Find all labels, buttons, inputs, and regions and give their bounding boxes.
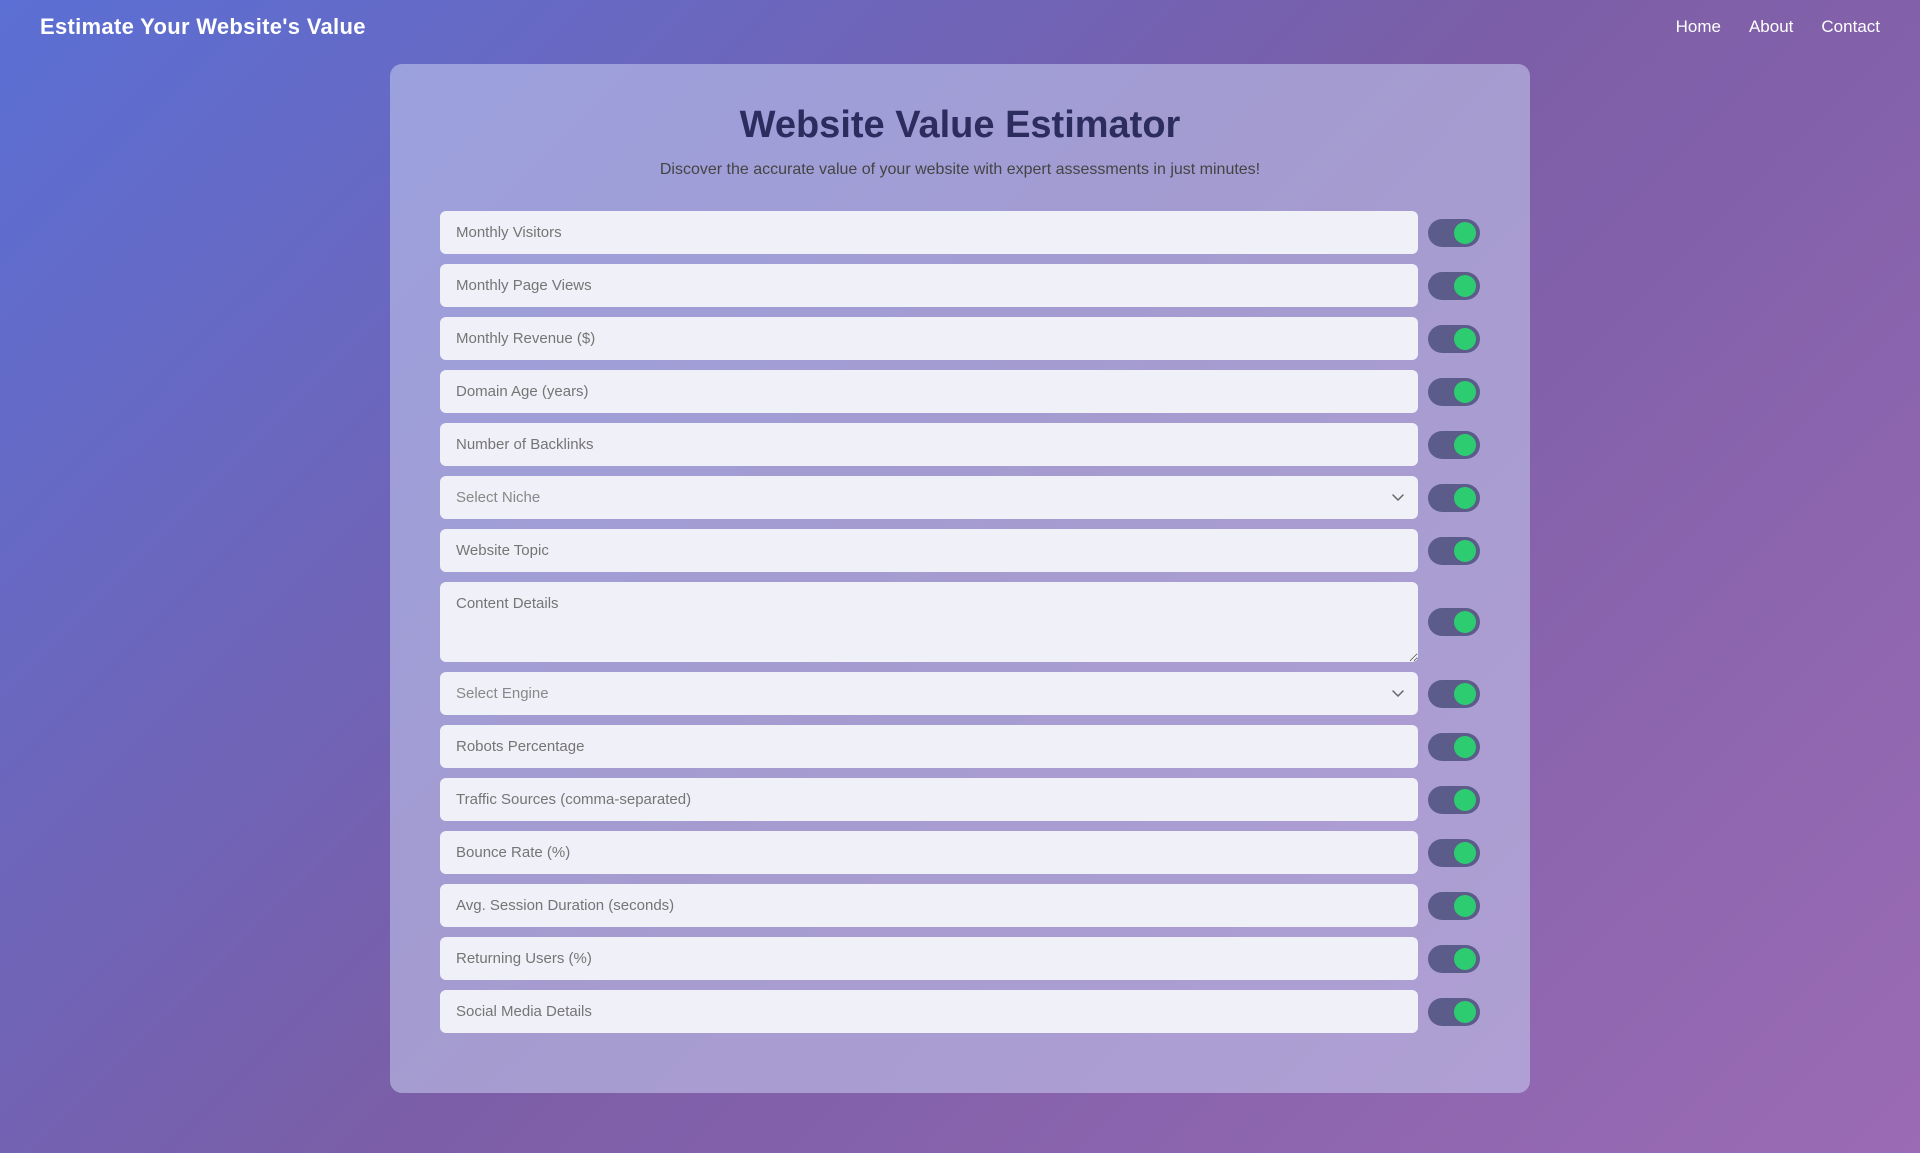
toggle-1[interactable] bbox=[1428, 272, 1480, 300]
form-row-9 bbox=[440, 725, 1480, 768]
form-row-0 bbox=[440, 211, 1480, 254]
form-row-14 bbox=[440, 990, 1480, 1033]
engine-select[interactable]: Select EngineGoogleBingYahooDuckDuckGo bbox=[440, 672, 1418, 715]
page-title: Website Value Estimator bbox=[440, 104, 1480, 147]
nav-brand: Estimate Your Website's Value bbox=[40, 14, 366, 40]
toggle-9[interactable] bbox=[1428, 733, 1480, 761]
toggle-7[interactable] bbox=[1428, 608, 1480, 636]
toggle-4[interactable] bbox=[1428, 431, 1480, 459]
toggle-0[interactable] bbox=[1428, 219, 1480, 247]
robots-percentage-input[interactable] bbox=[440, 725, 1418, 768]
toggle-13[interactable] bbox=[1428, 945, 1480, 973]
toggle-10[interactable] bbox=[1428, 786, 1480, 814]
toggle-5[interactable] bbox=[1428, 484, 1480, 512]
toggle-3[interactable] bbox=[1428, 378, 1480, 406]
monthly-revenue-input[interactable] bbox=[440, 317, 1418, 360]
toggle-8[interactable] bbox=[1428, 680, 1480, 708]
nav-contact-link[interactable]: Contact bbox=[1821, 17, 1880, 37]
main-card: Website Value Estimator Discover the acc… bbox=[390, 64, 1530, 1093]
form-row-10 bbox=[440, 778, 1480, 821]
form-row-3 bbox=[440, 370, 1480, 413]
form-row-4 bbox=[440, 423, 1480, 466]
form-row-5: Select NicheTechnologyFinanceHealthEnter… bbox=[440, 476, 1480, 519]
nav-about-link[interactable]: About bbox=[1749, 17, 1793, 37]
toggle-2[interactable] bbox=[1428, 325, 1480, 353]
form-row-8: Select EngineGoogleBingYahooDuckDuckGo bbox=[440, 672, 1480, 715]
toggle-12[interactable] bbox=[1428, 892, 1480, 920]
toggle-14[interactable] bbox=[1428, 998, 1480, 1026]
form-row-11 bbox=[440, 831, 1480, 874]
toggle-11[interactable] bbox=[1428, 839, 1480, 867]
niche-select[interactable]: Select NicheTechnologyFinanceHealthEnter… bbox=[440, 476, 1418, 519]
monthly-page-views-input[interactable] bbox=[440, 264, 1418, 307]
toggle-6[interactable] bbox=[1428, 537, 1480, 565]
content-details-textarea[interactable] bbox=[440, 582, 1418, 662]
nav-home-link[interactable]: Home bbox=[1676, 17, 1721, 37]
form-container: Select NicheTechnologyFinanceHealthEnter… bbox=[440, 211, 1480, 1033]
number-backlinks-input[interactable] bbox=[440, 423, 1418, 466]
form-row-6 bbox=[440, 529, 1480, 572]
form-row-1 bbox=[440, 264, 1480, 307]
avg-session-duration-input[interactable] bbox=[440, 884, 1418, 927]
website-topic-input[interactable] bbox=[440, 529, 1418, 572]
navbar: Estimate Your Website's Value Home About… bbox=[0, 0, 1920, 54]
form-row-12 bbox=[440, 884, 1480, 927]
nav-links: Home About Contact bbox=[1676, 17, 1880, 37]
form-row-2 bbox=[440, 317, 1480, 360]
traffic-sources-input[interactable] bbox=[440, 778, 1418, 821]
social-media-input[interactable] bbox=[440, 990, 1418, 1033]
monthly-visitors-input[interactable] bbox=[440, 211, 1418, 254]
domain-age-input[interactable] bbox=[440, 370, 1418, 413]
returning-users-input[interactable] bbox=[440, 937, 1418, 980]
page-subtitle: Discover the accurate value of your webs… bbox=[440, 161, 1480, 179]
bounce-rate-input[interactable] bbox=[440, 831, 1418, 874]
form-row-13 bbox=[440, 937, 1480, 980]
form-row-7 bbox=[440, 582, 1480, 662]
